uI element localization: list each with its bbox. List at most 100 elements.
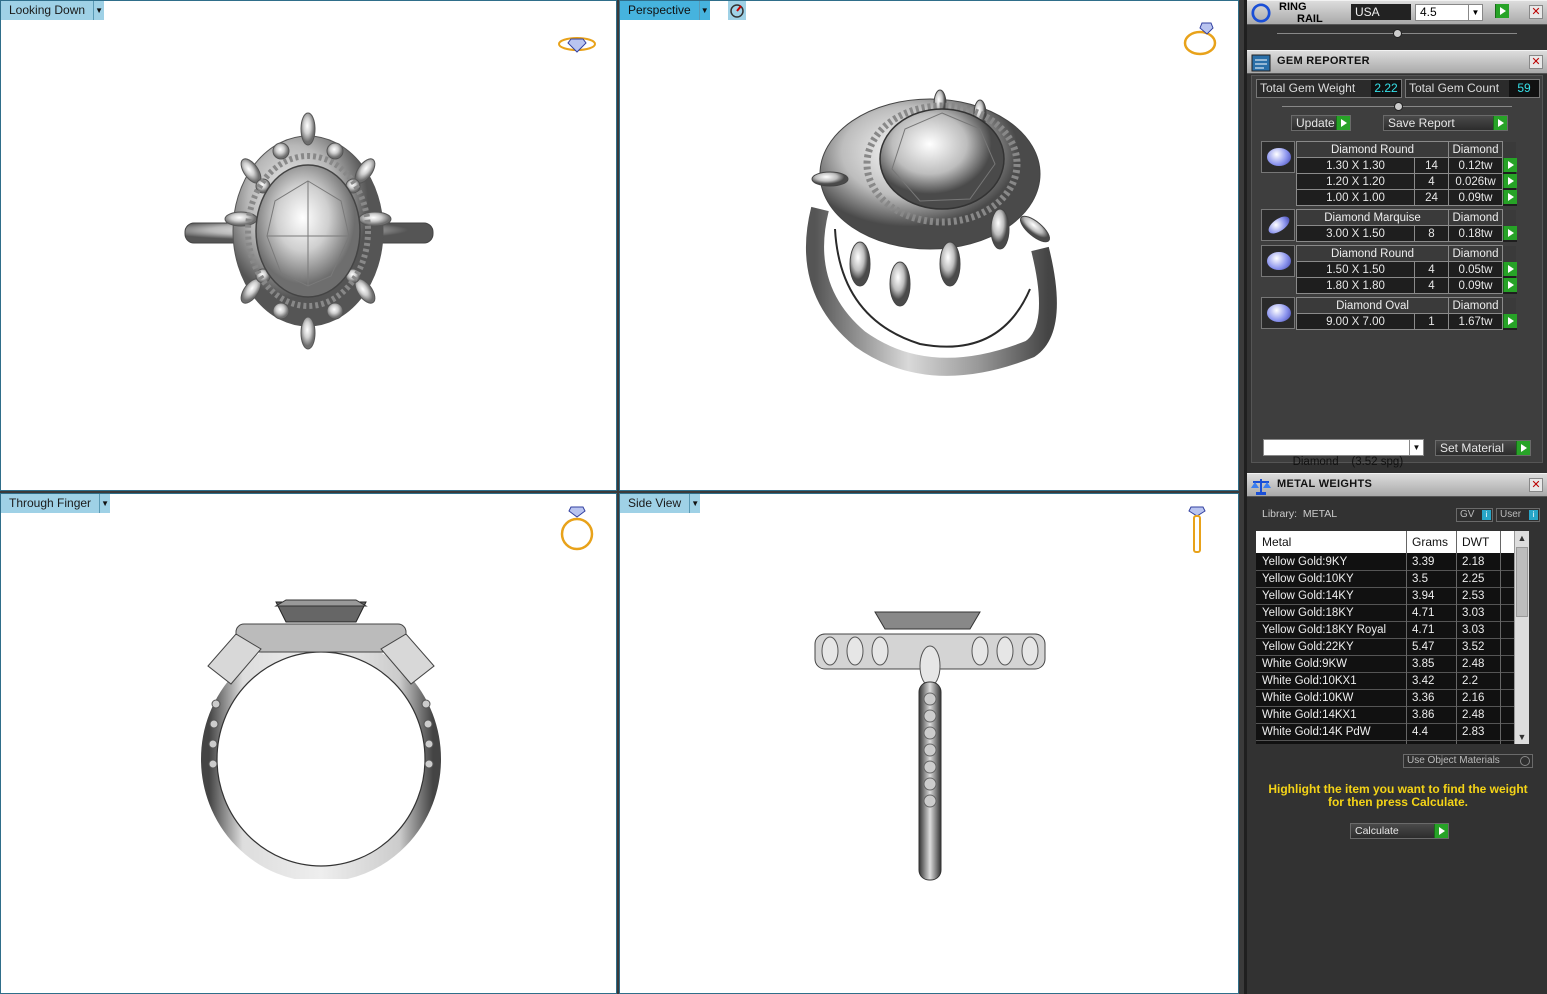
ring-perspective-view — [806, 89, 1057, 376]
scroll-thumb[interactable] — [1516, 547, 1528, 617]
table-row[interactable]: Yellow Gold:9KY 3.39 2.18 — [1256, 554, 1529, 571]
table-row[interactable]: White Gold:10KX1 3.42 2.2 — [1256, 673, 1529, 690]
table-row[interactable]: Yellow Gold:10KY 3.5 2.25 — [1256, 571, 1529, 588]
apply-size-button[interactable] — [1495, 4, 1509, 18]
gem-group[interactable]: Diamond Oval Diamond 9.00 X 7.00 1 1.67tw — [1261, 297, 1519, 330]
chevron-down-icon[interactable]: ▼ — [689, 494, 701, 513]
select-gem-button[interactable] — [1503, 313, 1517, 328]
select-gem-button[interactable] — [1503, 157, 1517, 172]
ring-front-view — [201, 599, 441, 879]
metal-dwt: 3.03 — [1462, 624, 1485, 636]
table-row[interactable]: White Gold:9KW 3.85 2.48 — [1256, 656, 1529, 673]
select-gem-button[interactable] — [1503, 173, 1517, 188]
viewport-looking-down[interactable]: Looking Down ▼ — [0, 0, 617, 491]
chevron-down-icon[interactable]: ▼ — [99, 494, 111, 513]
metal-grams: 4.71 — [1412, 624, 1435, 636]
viewport-tab-looking-down[interactable]: Looking Down ▼ — [1, 1, 105, 20]
viewport-tab-through-finger[interactable]: Through Finger ▼ — [1, 494, 111, 513]
col-dwt: DWT — [1462, 535, 1490, 549]
gem-row[interactable]: 1.00 X 1.00 24 0.09tw — [1296, 189, 1517, 206]
update-label: Update — [1296, 116, 1335, 130]
gem-name: Diamond Round — [1296, 141, 1449, 158]
metal-table[interactable]: Metal Grams DWT Yellow Gold:9KY 3.39 2.18 … — [1256, 531, 1529, 744]
select-gem-button[interactable] — [1503, 261, 1517, 276]
chevron-down-icon[interactable]: ▼ — [93, 1, 105, 20]
chevron-down-icon[interactable]: ▼ — [698, 1, 710, 20]
viewport-label: Side View — [620, 494, 690, 513]
gem-row[interactable]: 1.50 X 1.50 4 0.05tw — [1296, 261, 1517, 278]
viewport-perspective[interactable]: Perspective ▼ — [619, 0, 1239, 491]
chevron-up-icon[interactable]: ▲ — [1515, 531, 1529, 545]
total-count-label: Total Gem Count — [1409, 81, 1500, 95]
material-select-value: Diamond (3.52 spg) — [1292, 456, 1404, 468]
viewport-through-finger[interactable]: Through Finger ▼ — [0, 493, 617, 994]
size-value: 4.5 — [1420, 5, 1437, 19]
gem-group[interactable]: Diamond Round Diamond 1.30 X 1.30 14 0.12tw… — [1261, 141, 1519, 206]
viewport-tab-side-view[interactable]: Side View ▼ — [620, 494, 701, 513]
total-weight-value: 2.22 — [1371, 80, 1401, 97]
user-label: User — [1500, 509, 1522, 520]
close-icon[interactable]: ✕ — [1529, 478, 1543, 492]
select-gem-button[interactable] — [1503, 225, 1517, 240]
calculate-button[interactable]: Calculate — [1350, 823, 1449, 839]
update-button[interactable]: Update — [1291, 115, 1351, 131]
gem-row[interactable]: 1.20 X 1.20 4 0.026tw — [1296, 173, 1517, 190]
gem-group[interactable]: Diamond Marquise Diamond 3.00 X 1.50 8 0.18… — [1261, 209, 1519, 242]
viewport-side-view[interactable]: Side View ▼ — [619, 493, 1239, 994]
gem-row[interactable]: 9.00 X 7.00 1 1.67tw — [1296, 313, 1517, 330]
view-front-icon[interactable] — [557, 504, 597, 554]
gem-name: Diamond Oval — [1296, 297, 1449, 314]
play-icon — [1516, 441, 1530, 455]
table-row[interactable]: White Gold:14KX1 3.86 2.48 — [1256, 707, 1529, 724]
view-side-icon[interactable] — [1186, 504, 1208, 556]
select-gem-button[interactable] — [1503, 189, 1517, 204]
metal-table-scrollbar[interactable]: ▲ ▼ — [1514, 531, 1529, 744]
table-row[interactable]: Yellow Gold:18KY Royal 4.71 3.03 — [1256, 622, 1529, 639]
close-icon[interactable]: ✕ — [1529, 55, 1543, 69]
material-select[interactable]: Diamond (3.52 spg) ▼ — [1263, 439, 1424, 468]
gem-count: 14 — [1414, 157, 1449, 174]
chevron-down-icon[interactable]: ▼ — [1515, 730, 1529, 744]
view-top-icon[interactable] — [557, 33, 597, 55]
column-divider — [1456, 531, 1457, 744]
column-divider — [1406, 531, 1407, 744]
user-button[interactable]: User i — [1496, 508, 1540, 522]
metal-dwt: 2.53 — [1462, 590, 1485, 602]
gv-button[interactable]: GV i — [1456, 508, 1493, 522]
viewport-tab-perspective[interactable]: Perspective ▼ — [620, 1, 746, 20]
use-object-materials-toggle[interactable]: Use Object Materials — [1403, 754, 1533, 768]
set-material-button[interactable]: Set Material — [1435, 440, 1531, 456]
gem-group[interactable]: Diamond Round Diamond 1.50 X 1.50 4 0.05tw … — [1261, 245, 1519, 294]
camera-speed-icon[interactable] — [727, 1, 746, 20]
metal-dwt: 2.18 — [1462, 556, 1485, 568]
calculate-label: Calculate — [1355, 825, 1399, 837]
table-row[interactable]: Yellow Gold:22KY 5.47 3.52 — [1256, 639, 1529, 656]
table-row[interactable]: Yellow Gold:18KY 4.71 3.03 — [1256, 605, 1529, 622]
metal-name: White Gold:10KX1 — [1262, 675, 1357, 687]
view-perspective-icon[interactable] — [1180, 19, 1220, 59]
splitter-handle-icon[interactable] — [1394, 102, 1403, 111]
gem-row[interactable]: 1.80 X 1.80 4 0.09tw — [1296, 277, 1517, 294]
splitter-handle-icon[interactable] — [1393, 29, 1402, 38]
gem-row[interactable]: 1.30 X 1.30 14 0.12tw — [1296, 157, 1517, 174]
play-icon — [1434, 824, 1448, 838]
table-row[interactable]: White Gold:14K PdW 4.4 2.83 — [1256, 724, 1529, 741]
size-select[interactable]: 4.5 ▼ — [1415, 4, 1483, 21]
metal-grams: 3.94 — [1412, 590, 1435, 602]
save-report-button[interactable]: Save Report — [1383, 115, 1508, 131]
close-icon[interactable]: ✕ — [1529, 5, 1543, 19]
gem-weight: 0.09tw — [1448, 189, 1503, 206]
table-row[interactable]: White Gold:10KW 3.36 2.16 — [1256, 690, 1529, 707]
metal-dwt: 2.48 — [1462, 658, 1485, 670]
metal-dwt: 2.48 — [1462, 709, 1485, 721]
select-gem-button[interactable] — [1503, 277, 1517, 292]
region-field[interactable]: USA — [1351, 4, 1411, 20]
total-weight-label: Total Gem Weight — [1260, 81, 1356, 95]
table-row[interactable]: Yellow Gold:14KY 3.94 2.53 — [1256, 588, 1529, 605]
chevron-down-icon[interactable]: ▼ — [1409, 440, 1423, 455]
chevron-down-icon[interactable]: ▼ — [1468, 5, 1482, 20]
gem-material: Diamond — [1448, 141, 1503, 158]
toggle-indicator-icon — [1520, 756, 1530, 766]
gem-name: Diamond Round — [1296, 245, 1449, 262]
gem-row[interactable]: 3.00 X 1.50 8 0.18tw — [1296, 225, 1517, 242]
